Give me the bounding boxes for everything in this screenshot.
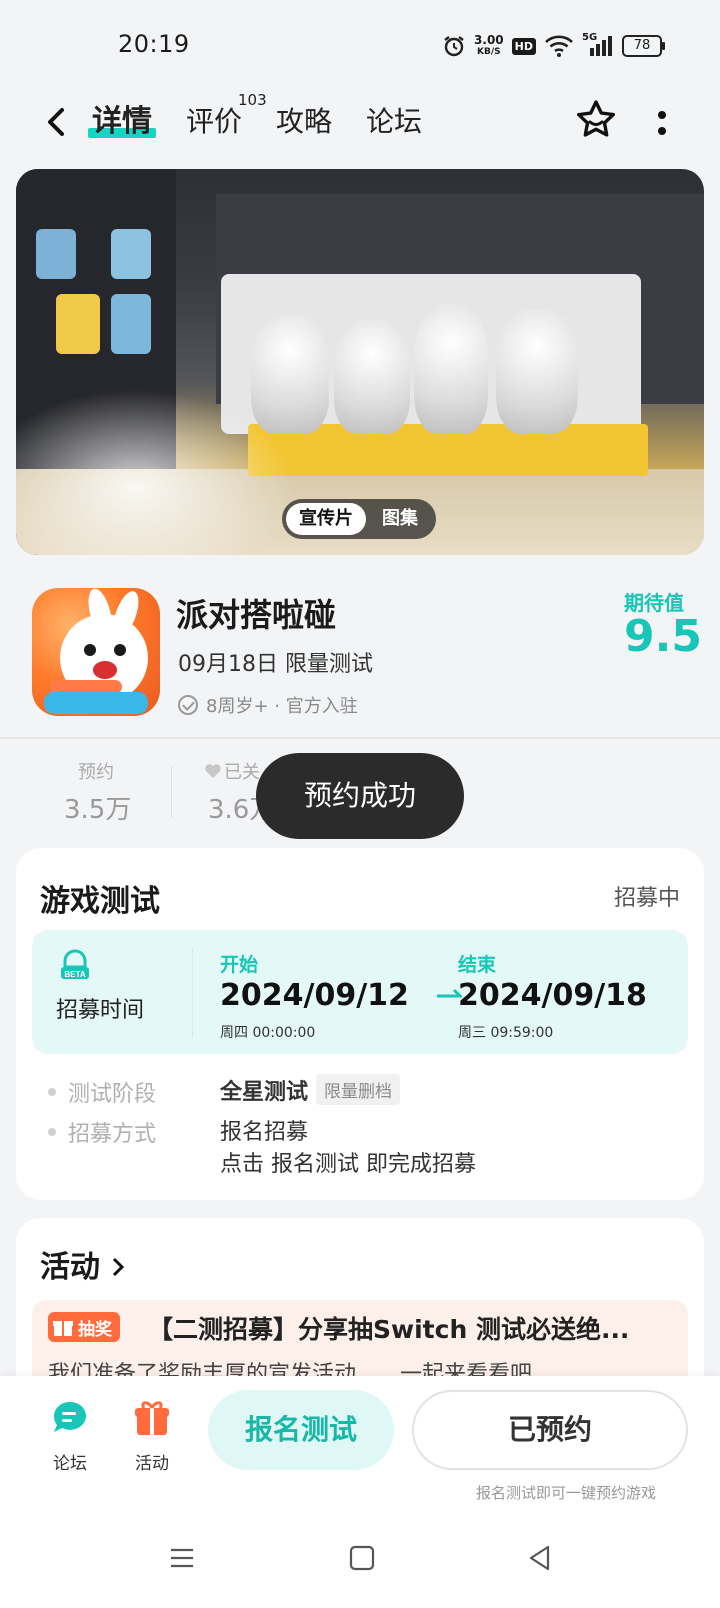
test-stage-tag: 限量删档 (316, 1074, 401, 1105)
start-label: 开始 (220, 954, 259, 976)
lottery-badge-label: 抽奖 (78, 1319, 112, 1340)
game-icon-art (44, 588, 148, 714)
end-date: 2024/09/18 (458, 978, 647, 1013)
game-icon (32, 588, 160, 716)
recruit-method-label: 招募方式 (68, 1122, 157, 1147)
hero-figure (334, 319, 410, 434)
forum-shortcut[interactable]: 论坛 (40, 1398, 100, 1474)
network-type: 5G (582, 32, 598, 43)
gift-icon (135, 1401, 169, 1435)
reservation-label: 预约 (78, 762, 114, 783)
stat-divider (171, 766, 172, 818)
recruit-method-row: 招募方式 (48, 1116, 156, 1148)
toast-message: 预约成功 (256, 753, 464, 839)
recruit-method-value: 报名招募 (220, 1120, 309, 1145)
star-icon (577, 100, 615, 137)
tab-guides[interactable]: 攻略 (276, 100, 332, 144)
test-stage-label: 测试阶段 (68, 1082, 157, 1107)
end-time: 周三 09:59:00 (458, 1025, 554, 1041)
back-triangle-icon[interactable] (526, 1544, 554, 1572)
top-nav: 详情 评价 103 攻略 论坛 (0, 90, 720, 160)
game-test-card: 游戏测试 招募中 BETA 招募时间 开始 2024/09/12 周四 00:0… (16, 848, 704, 1200)
reservation-count: 3.5万 (64, 795, 132, 825)
recruit-method-note: 点击 报名测试 即完成招募 (220, 1152, 476, 1177)
hd-badge: HD (511, 37, 536, 55)
start-date: 2024/09/12 (220, 978, 409, 1013)
hero-jar (56, 294, 100, 354)
battery-icon: 78 (622, 35, 665, 57)
signup-test-button[interactable]: 报名测试 (208, 1390, 394, 1470)
network-speed-value: 3.00 (474, 33, 504, 47)
recruit-time-box: BETA 招募时间 开始 2024/09/12 周四 00:00:00 结束 2… (32, 930, 688, 1054)
game-test-date: 09月18日 限量测试 (178, 652, 373, 677)
wifi-icon (545, 35, 573, 57)
review-count-badge: 103 (238, 91, 267, 109)
gift-icon (53, 1321, 73, 1336)
follow-label-text: 已关 (224, 762, 260, 783)
signup-hint: 报名测试即可一键预约游戏 (476, 1484, 657, 1502)
hero-jar (111, 229, 151, 279)
start-time: 周四 00:00:00 (220, 1025, 316, 1041)
activity-headline: 【二测招募】分享抽Switch 测试必送绝... (148, 1315, 630, 1344)
verified-check-icon (178, 695, 198, 715)
favorite-button[interactable] (574, 98, 618, 142)
cellular-signal-icon: 5G (582, 32, 614, 58)
tab-reviews[interactable]: 评价 103 (186, 92, 267, 144)
back-button[interactable] (38, 100, 74, 144)
media-tab-gallery[interactable]: 图集 (370, 503, 430, 535)
chat-bubble-icon (53, 1401, 86, 1432)
game-title: 派对搭啦碰 (176, 596, 337, 634)
expectation-score: 9.5 (624, 611, 702, 662)
game-test-title: 游戏测试 (40, 884, 160, 919)
activity-shortcut[interactable]: 活动 (122, 1398, 182, 1474)
end-label: 结束 (458, 954, 497, 976)
status-time: 20:19 (118, 30, 190, 58)
media-tab-trailer[interactable]: 宣传片 (286, 503, 366, 535)
media-toggle: 宣传片 图集 (282, 499, 436, 539)
hero-jar (36, 229, 76, 279)
test-stage-value-row: 全星测试 限量删档 (220, 1074, 401, 1106)
menu-icon[interactable] (168, 1544, 196, 1572)
network-speed: 3.00 KB/S (474, 34, 504, 58)
test-stage-row: 测试阶段 (48, 1076, 156, 1108)
forum-shortcut-label: 论坛 (53, 1454, 87, 1474)
game-meta: 8周岁+ · 官方入驻 (178, 692, 358, 718)
bullet (48, 1128, 56, 1136)
tab-details[interactable]: 详情 (88, 100, 156, 144)
home-icon[interactable] (348, 1544, 376, 1572)
activity-shortcut-label: 活动 (135, 1454, 169, 1474)
tab-forum[interactable]: 论坛 (366, 100, 422, 144)
svg-text:BETA: BETA (64, 970, 85, 979)
more-button[interactable] (650, 100, 674, 144)
game-meta-text: 8周岁+ · 官方入驻 (206, 696, 358, 717)
hero-media[interactable]: 宣传片 图集 (16, 169, 704, 555)
reserved-button[interactable]: 已预约 (412, 1390, 688, 1470)
chevron-right-icon (113, 1257, 125, 1277)
test-stage-value: 全星测试 (220, 1080, 309, 1105)
network-speed-unit: KB/S (477, 47, 501, 57)
battery-level: 78 (633, 38, 651, 53)
status-icons: 3.00 KB/S HD 5G 78 (442, 30, 665, 62)
section-divider (0, 737, 720, 739)
system-navigation-bar (0, 1530, 720, 1590)
hero-fog (16, 389, 296, 555)
chevron-left-icon (48, 108, 64, 136)
activity-title: 活动 (40, 1250, 100, 1285)
recruit-time-label: 招募时间 (56, 998, 145, 1023)
recruit-status: 招募中 (613, 886, 680, 911)
hero-jar (111, 294, 151, 354)
more-vertical-icon (658, 111, 666, 135)
follow-label: 已关 (204, 758, 260, 784)
tab-reviews-label: 评价 (186, 105, 243, 138)
hero-figure (496, 309, 578, 434)
hero-figure (414, 304, 488, 434)
status-bar: 20:19 3.00 KB/S HD 5G 78 (0, 0, 720, 90)
activity-title-link[interactable]: 活动 (40, 1242, 126, 1286)
beta-icon: BETA (61, 949, 89, 979)
alarm-icon (444, 36, 464, 57)
heart-icon (205, 764, 221, 778)
bullet (48, 1088, 56, 1096)
lottery-badge: 抽奖 (48, 1312, 120, 1342)
recruit-divider (192, 948, 193, 1038)
